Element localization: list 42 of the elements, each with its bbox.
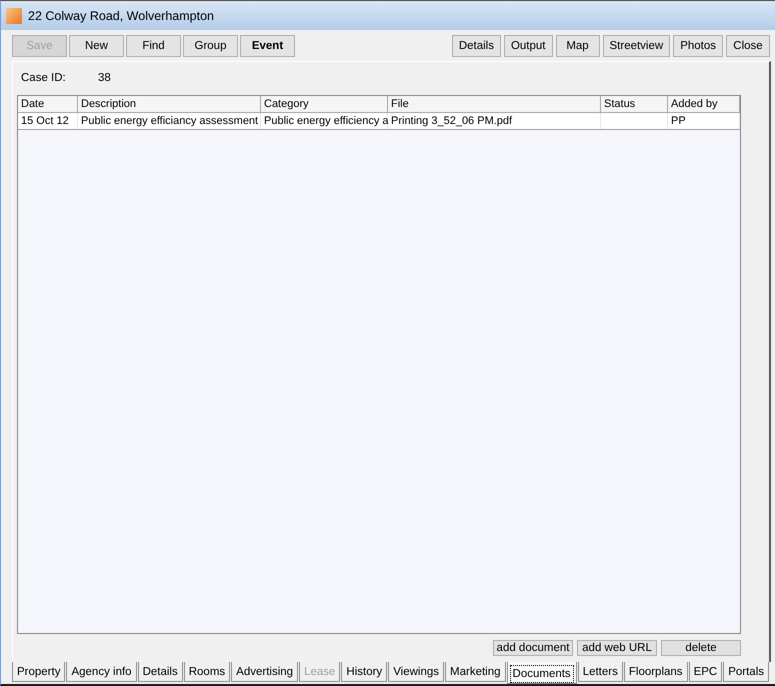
toolbar-button[interactable]: Event <box>240 35 295 57</box>
toolbar-button[interactable]: Close <box>726 35 770 57</box>
table-cell: Public energy efficiency a <box>261 113 388 129</box>
toolbar-button[interactable]: Find <box>126 35 181 57</box>
action-button[interactable]: delete <box>661 640 741 656</box>
column-header[interactable]: Added by <box>668 96 740 113</box>
tab[interactable]: Rooms <box>184 662 230 682</box>
table-cell: Public energy efficiancy assessment <box>78 113 261 129</box>
tab[interactable]: Details <box>138 662 183 682</box>
table-cell: PP <box>668 113 740 129</box>
toolbar-button[interactable]: Output <box>504 35 552 57</box>
toolbar-button[interactable]: New <box>69 35 124 57</box>
column-header[interactable]: File <box>388 96 601 113</box>
app-icon <box>6 8 22 24</box>
action-button[interactable]: add document <box>493 640 573 656</box>
tab[interactable]: History <box>341 662 388 682</box>
toolbar-button[interactable]: Details <box>452 35 501 57</box>
case-id-label: Case ID: <box>21 71 67 85</box>
tab[interactable]: EPC <box>688 662 722 682</box>
toolbar-button[interactable]: Group <box>183 35 238 57</box>
column-header[interactable]: Date <box>18 96 78 113</box>
tab[interactable]: Marketing <box>445 662 506 682</box>
window-title: 22 Colway Road, Wolverhampton <box>28 8 214 22</box>
tab[interactable]: Documents <box>506 662 577 684</box>
column-header[interactable]: Status <box>601 96 668 113</box>
column-header[interactable]: Description <box>78 96 261 113</box>
tab[interactable]: Portals <box>723 662 770 682</box>
action-button[interactable]: add web URL <box>577 640 657 656</box>
case-id-value: 38 <box>98 71 111 85</box>
tab[interactable]: Property <box>12 662 66 682</box>
tab[interactable]: Letters <box>578 662 623 682</box>
table-row[interactable]: 15 Oct 12 Public energy efficiancy assessment Public energy efficiency a Printing 3_52_06 PM.pdf PP <box>18 113 740 130</box>
column-header[interactable]: Category <box>261 96 388 113</box>
table-cell: 15 Oct 12 <box>18 113 78 129</box>
toolbar-button[interactable]: Streetview <box>602 35 670 57</box>
table-cell: Printing 3_52_06 PM.pdf <box>388 113 601 129</box>
toolbar-button[interactable]: Photos <box>673 35 723 57</box>
tab[interactable]: Floorplans <box>624 662 688 682</box>
tab[interactable]: Viewings <box>388 662 444 682</box>
tab[interactable]: Advertising <box>231 662 298 682</box>
toolbar-button[interactable]: Map <box>556 35 600 57</box>
tab[interactable]: Agency info <box>66 662 137 682</box>
